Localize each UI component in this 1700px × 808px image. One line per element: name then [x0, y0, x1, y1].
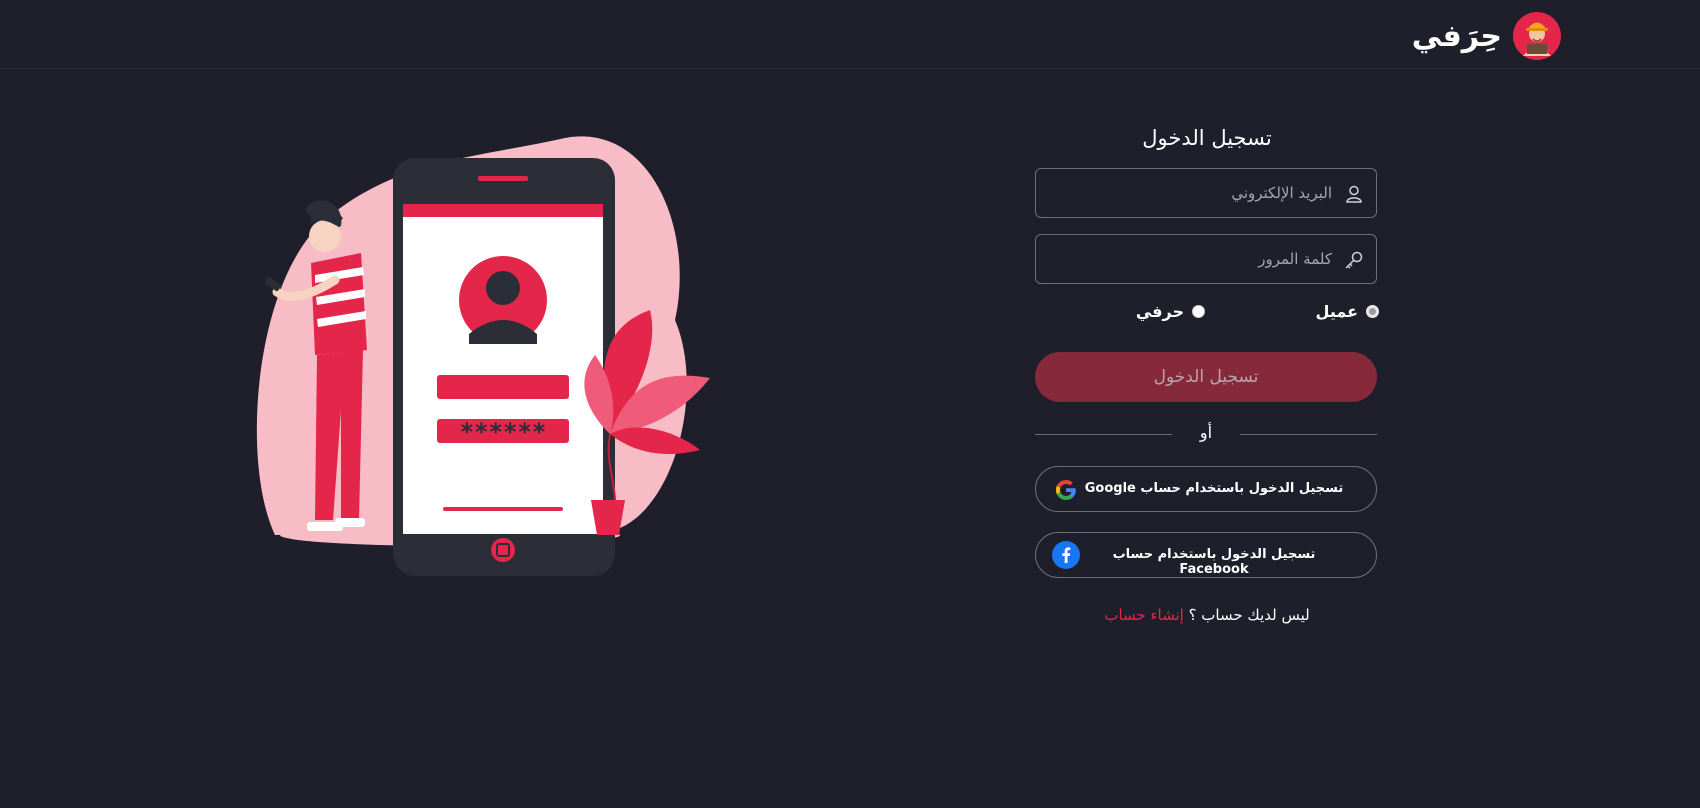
user-icon	[1346, 185, 1362, 203]
email-field-box	[1035, 168, 1377, 218]
or-divider: أو	[1035, 423, 1377, 447]
google-login-button[interactable]: تسجيل الدخول باستخدام حساب Google	[1035, 466, 1377, 512]
google-login-label: تسجيل الدخول باستخدام حساب Google	[1084, 481, 1344, 496]
facebook-icon	[1052, 541, 1080, 569]
radio-craftsman-dot[interactable]	[1192, 305, 1205, 318]
navbar: حِرَفي	[0, 0, 1700, 69]
craftsman-logo-icon	[1513, 12, 1561, 60]
role-craftsman-label: حرفي	[1135, 302, 1184, 321]
role-client-label: عميل	[1315, 302, 1358, 321]
login-submit-button[interactable]: تسجيل الدخول	[1035, 352, 1377, 402]
radio-client-dot[interactable]	[1366, 305, 1379, 318]
brand[interactable]: حِرَفي	[1412, 6, 1562, 66]
login-form: تسجيل الدخول عميل حرفي تسجيل الدخول أو ت…	[1035, 110, 1379, 624]
brand-name: حِرَفي	[1411, 18, 1502, 54]
create-account-link[interactable]: إنشاء حساب	[1104, 606, 1183, 624]
key-icon	[1345, 251, 1363, 269]
signup-prompt: ليس لديك حساب ؟ إنشاء حساب	[1035, 606, 1379, 624]
role-client-radio[interactable]: عميل	[1316, 302, 1379, 321]
login-illustration: ******	[256, 136, 710, 576]
form-title: تسجيل الدخول	[1142, 126, 1272, 150]
or-label: أو	[1199, 423, 1213, 442]
role-craftsman-radio[interactable]: حرفي	[1136, 302, 1205, 321]
password-input[interactable]	[1036, 235, 1376, 283]
facebook-login-label: تسجيل الدخول باستخدام حساب Facebook	[1112, 547, 1316, 577]
password-field-box	[1035, 234, 1377, 284]
no-account-text: ليس لديك حساب ؟	[1188, 606, 1310, 624]
google-icon	[1056, 480, 1076, 500]
divider-line-left	[1035, 434, 1172, 435]
facebook-login-button[interactable]: تسجيل الدخول باستخدام حساب Facebook	[1035, 532, 1377, 578]
password-mask-text: ******	[460, 418, 547, 446]
email-input[interactable]	[1036, 169, 1376, 217]
